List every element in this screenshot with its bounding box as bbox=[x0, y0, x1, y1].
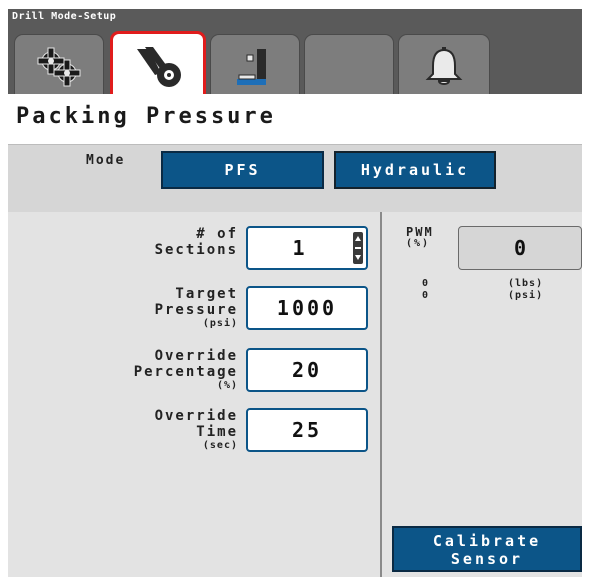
stepper-icon[interactable] bbox=[353, 232, 363, 264]
tab-empty[interactable] bbox=[304, 34, 394, 98]
tab-alarms[interactable] bbox=[398, 34, 490, 98]
mode-label: Mode bbox=[86, 153, 126, 168]
target-pressure-input[interactable]: 1000 bbox=[246, 286, 368, 330]
settings-panel: # of Sections 1 Target Pressure (psi) 10… bbox=[8, 212, 380, 577]
opener-icon bbox=[237, 48, 266, 85]
tab-general-settings[interactable] bbox=[14, 34, 104, 98]
pressure-reading-value: 0 bbox=[422, 290, 430, 301]
packer-wheel-icon bbox=[137, 47, 181, 87]
page-title: Packing Pressure bbox=[16, 104, 276, 129]
title-bar: Drill Mode-Setup bbox=[8, 9, 582, 98]
drill-setup-screen: Drill Mode-Setup Packing Pressure Mode P… bbox=[8, 9, 582, 577]
target-pressure-label: Target Pressure (psi) bbox=[154, 286, 238, 329]
pwm-panel: PWM (%) 0 0 (lbs) 0 (psi) Calibrate Sens… bbox=[382, 212, 582, 577]
sections-label: # of Sections bbox=[154, 226, 238, 258]
tab-packing-pressure[interactable] bbox=[110, 31, 206, 98]
override-time-input[interactable]: 25 bbox=[246, 408, 368, 452]
override-percentage-label: Override Percentage (%) bbox=[133, 348, 238, 391]
mode-pfs-button[interactable]: PFS bbox=[161, 151, 324, 189]
override-percentage-input[interactable]: 20 bbox=[246, 348, 368, 392]
mode-hydraulic-button[interactable]: Hydraulic bbox=[334, 151, 496, 189]
pressure-reading-unit: (psi) bbox=[508, 290, 544, 301]
sections-input[interactable]: 1 bbox=[246, 226, 368, 270]
calibrate-sensor-button[interactable]: Calibrate Sensor bbox=[392, 526, 582, 572]
override-time-label: Override Time (sec) bbox=[154, 408, 238, 451]
pwm-label: PWM (%) bbox=[406, 225, 434, 249]
tab-opener-settings[interactable] bbox=[210, 34, 300, 98]
bell-icon bbox=[425, 46, 463, 85]
sections-value: 1 bbox=[292, 236, 308, 260]
app-title: Drill Mode-Setup bbox=[12, 11, 117, 22]
mode-selector: Mode PFS Hydraulic bbox=[8, 144, 582, 214]
load-reading-value: 0 bbox=[422, 278, 430, 289]
pwm-value: 0 bbox=[458, 226, 582, 270]
load-reading-unit: (lbs) bbox=[508, 278, 544, 289]
gear-icon bbox=[37, 47, 81, 86]
page-header: Packing Pressure bbox=[8, 94, 582, 146]
